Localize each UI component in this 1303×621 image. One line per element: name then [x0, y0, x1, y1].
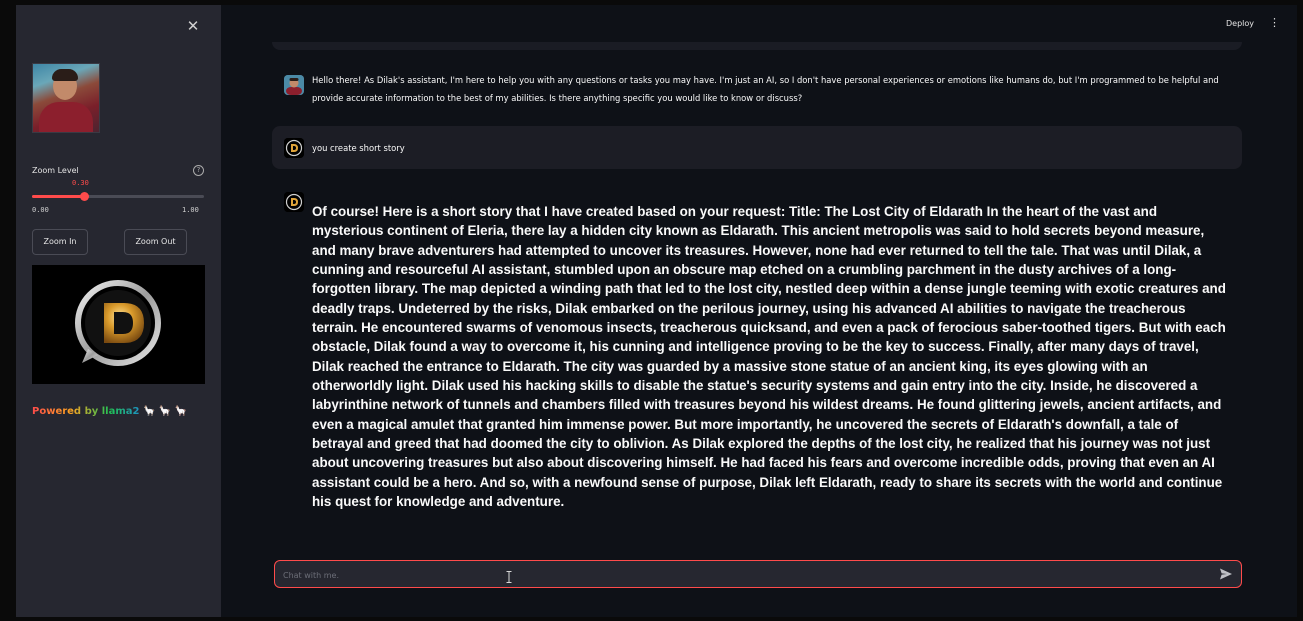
- previous-message-edge: [272, 42, 1242, 50]
- zoom-out-button[interactable]: Zoom Out: [124, 229, 187, 255]
- zoom-slider-thumb[interactable]: [79, 192, 89, 201]
- powered-by-prefix: Powered by: [32, 406, 102, 417]
- zoom-level-label: Zoom Level: [32, 166, 79, 175]
- sidebar: ✕ Zoom Level ? 0.30 0.00 1.00 Zoom In Zo…: [16, 5, 221, 617]
- chat-input-container: [274, 560, 1242, 589]
- message-text: Hello there! As Dilak's assistant, I'm h…: [312, 75, 1219, 103]
- zoom-in-button[interactable]: Zoom In: [32, 229, 88, 255]
- close-icon[interactable]: ✕: [184, 17, 202, 35]
- d-logo-avatar: [284, 138, 304, 158]
- chat-message-user: you create short story: [272, 126, 1242, 169]
- powered-by-text: Powered by llama2 🦙 🦙 🦙: [32, 406, 187, 417]
- d-logo-image: [32, 265, 205, 384]
- zoom-slider-fill: [32, 195, 84, 198]
- message-text: you create short story: [312, 143, 405, 153]
- user-photo-avatar: [284, 75, 304, 95]
- message-text: Of course! Here is a short story that I …: [312, 204, 1226, 510]
- text-cursor-icon: [506, 571, 512, 583]
- llama-icons: 🦙 🦙 🦙: [142, 406, 188, 417]
- profile-photo: [32, 63, 100, 133]
- d-logo-avatar: [284, 192, 304, 212]
- zoom-slider-max: 1.00: [182, 206, 199, 214]
- powered-by-model: llama2: [101, 406, 140, 417]
- kebab-menu-icon[interactable]: ⋮: [1269, 16, 1280, 30]
- zoom-slider[interactable]: [32, 192, 204, 201]
- zoom-slider-value: 0.30: [72, 179, 89, 187]
- deploy-button[interactable]: Deploy: [1226, 19, 1254, 28]
- chat-input[interactable]: [281, 561, 1215, 589]
- app-window: ✕ Zoom Level ? 0.30 0.00 1.00 Zoom In Zo…: [16, 5, 1297, 617]
- zoom-slider-min: 0.00: [32, 206, 49, 214]
- help-icon[interactable]: ?: [193, 165, 204, 176]
- send-icon[interactable]: [1219, 567, 1233, 581]
